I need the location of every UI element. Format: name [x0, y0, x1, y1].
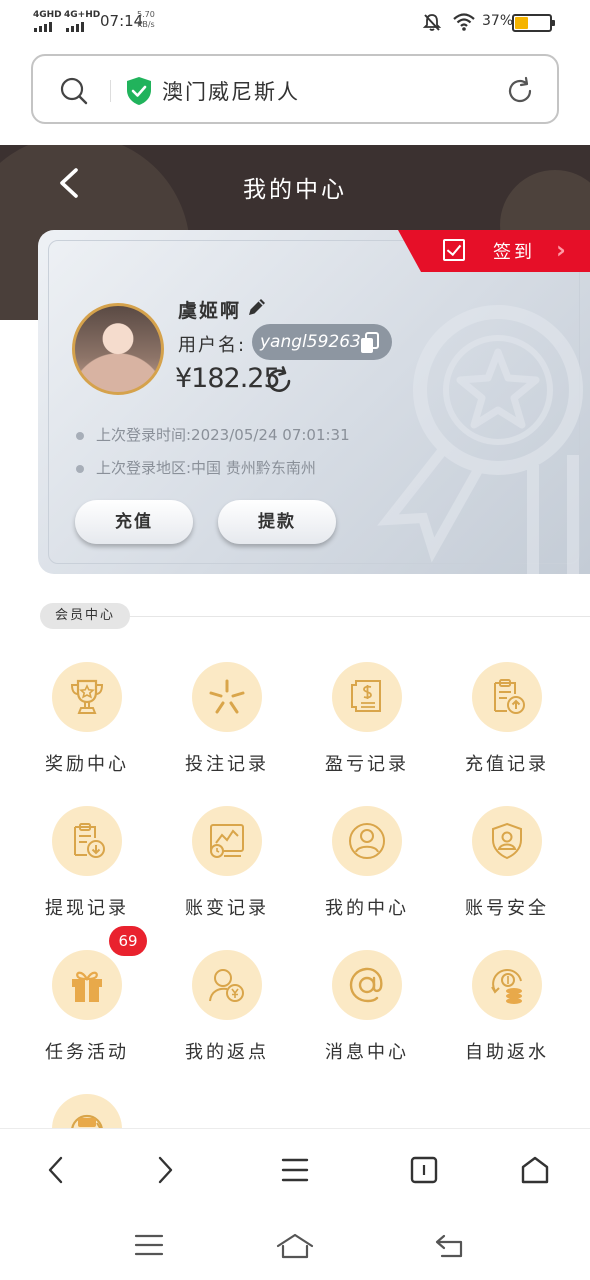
clipboard-upload-icon [494, 679, 525, 714]
user-circle-icon [349, 823, 385, 859]
notification-badge: 69 [109, 926, 147, 956]
sign-in-label: 签到 [493, 242, 535, 263]
home-icon[interactable] [520, 1155, 550, 1185]
username-value: yangl59263 [260, 332, 361, 352]
sim2-indicator: 4G+HD [64, 10, 101, 20]
receipt-icon [351, 680, 381, 712]
username-label: 用户名: [178, 335, 247, 356]
grid-item-label: 我的中心 [325, 898, 409, 919]
system-home-icon[interactable] [275, 1232, 315, 1260]
browser-forward-icon[interactable] [153, 1155, 177, 1185]
grid-item-label: 盈亏记录 [325, 754, 409, 775]
network-speed-unit: KB/s [137, 20, 155, 29]
at-icon [349, 967, 383, 1003]
grid-item-label: 账号安全 [465, 898, 549, 919]
system-back-icon[interactable] [434, 1232, 466, 1260]
trophy-icon [70, 679, 104, 714]
coin-stack-icon [491, 968, 522, 1004]
tabs-icon[interactable] [409, 1155, 439, 1185]
system-nav-bar [0, 1212, 590, 1280]
wifi-icon [453, 13, 475, 31]
shield-user-icon [492, 822, 522, 860]
last-login-place: 上次登录地区:中国 贵州黔东南州 [76, 457, 316, 478]
browser-back-icon[interactable] [44, 1155, 68, 1185]
last-login-time-text: 上次登录时间:2023/05/24 07:01:31 [96, 426, 350, 444]
search-icon[interactable] [59, 76, 89, 106]
grid-item-label: 自助返水 [465, 1042, 549, 1063]
sim1-indicator: 4GHD [33, 10, 62, 20]
battery-percent: 37% [482, 13, 514, 29]
star-burst-icon [209, 679, 245, 714]
battery-icon [512, 14, 555, 32]
section-title: 会员中心 [40, 603, 130, 629]
url-text[interactable]: 澳门威尼斯人 [162, 76, 300, 106]
checkbox-icon [443, 239, 465, 261]
grid-item-label: 账变记录 [185, 898, 269, 919]
last-login-time: 上次登录时间:2023/05/24 07:01:31 [76, 424, 350, 445]
nickname: 虞姬啊 [178, 300, 242, 322]
address-divider [110, 80, 111, 102]
status-bar: 4GHD 4G+HD 07:14 5.70 KB/s 37% [0, 0, 590, 44]
grid-item-label: 我的返点 [185, 1042, 269, 1063]
gift-icon [72, 971, 102, 1002]
withdraw-button[interactable]: 提款 [218, 500, 336, 544]
grid-item-label: 奖励中心 [45, 754, 129, 775]
mute-bell-icon [422, 14, 442, 31]
profile-card: 签到 › 虞姬啊 用户名: yangl59263 ¥182.25 上次登录时间:… [38, 230, 590, 574]
grid-item-label: 投注记录 [185, 754, 269, 775]
browser-toolbar [0, 1128, 590, 1212]
secure-shield-icon [127, 77, 151, 105]
pencil-edit-icon[interactable] [246, 296, 268, 318]
chevron-right-icon: › [556, 236, 566, 264]
copy-icon[interactable] [360, 332, 380, 354]
deposit-button[interactable]: 充值 [75, 500, 193, 544]
sign-in-button[interactable]: 签到 › [398, 230, 590, 272]
address-bar[interactable]: 澳门威尼斯人 [31, 54, 559, 124]
network-speed: 5.70 KB/s [137, 10, 155, 30]
grid-item-label: 消息中心 [325, 1042, 409, 1063]
page-title: 我的中心 [243, 177, 347, 203]
avatar[interactable] [72, 303, 164, 395]
recent-apps-icon[interactable] [134, 1232, 164, 1258]
reload-icon[interactable] [505, 76, 535, 106]
refresh-balance-icon[interactable] [264, 366, 294, 396]
signal-icon [34, 22, 52, 32]
grid-item-label: 充值记录 [465, 754, 549, 775]
grid-item-label: 提现记录 [45, 898, 129, 919]
menu-icon[interactable] [281, 1155, 309, 1185]
username-pill: yangl59263 [252, 324, 392, 360]
clipboard-download-icon [74, 823, 105, 858]
grid-item-label: 任务活动 [45, 1042, 129, 1063]
signal-icon [66, 22, 84, 32]
user-coin-icon [209, 969, 244, 1002]
network-speed-value: 5.70 [137, 10, 155, 19]
last-login-place-text: 上次登录地区:中国 贵州黔东南州 [96, 459, 316, 477]
chart-monitor-icon [210, 824, 244, 858]
